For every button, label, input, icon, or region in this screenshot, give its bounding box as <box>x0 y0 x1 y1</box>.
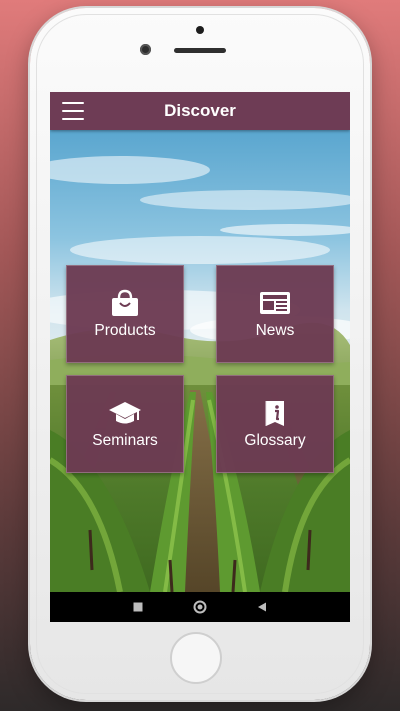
tile-products-label: Products <box>94 322 156 339</box>
physical-home-button[interactable] <box>170 632 222 684</box>
hamburger-menu-icon[interactable] <box>62 102 84 120</box>
home-circle-icon[interactable] <box>193 600 207 614</box>
proximity-sensor <box>196 26 204 34</box>
info-book-icon <box>262 398 288 428</box>
graduation-cap-icon <box>108 398 142 428</box>
tile-glossary-label: Glossary <box>244 432 306 449</box>
vineyard-background: Products News Seminars Glossary <box>50 130 350 592</box>
tile-seminars[interactable]: Seminars <box>66 375 184 473</box>
tile-glossary[interactable]: Glossary <box>216 375 334 473</box>
earpiece-speaker <box>174 48 226 53</box>
shopping-bag-icon <box>110 288 140 318</box>
front-camera-icon <box>140 44 151 55</box>
android-nav-bar <box>50 592 350 622</box>
app-screen: Discover Products News Seminars Glossary <box>50 92 350 622</box>
back-triangle-icon[interactable] <box>257 602 267 612</box>
tile-products[interactable]: Products <box>66 265 184 363</box>
app-bar: Discover <box>50 92 350 130</box>
newspaper-icon <box>259 288 291 318</box>
page-title: Discover <box>164 101 236 120</box>
tile-news-label: News <box>255 322 295 339</box>
tile-news[interactable]: News <box>216 265 334 363</box>
tile-seminars-label: Seminars <box>92 432 158 449</box>
phone-frame: Discover Products News Seminars Glossary <box>30 8 370 700</box>
recents-square-icon[interactable] <box>133 602 143 612</box>
